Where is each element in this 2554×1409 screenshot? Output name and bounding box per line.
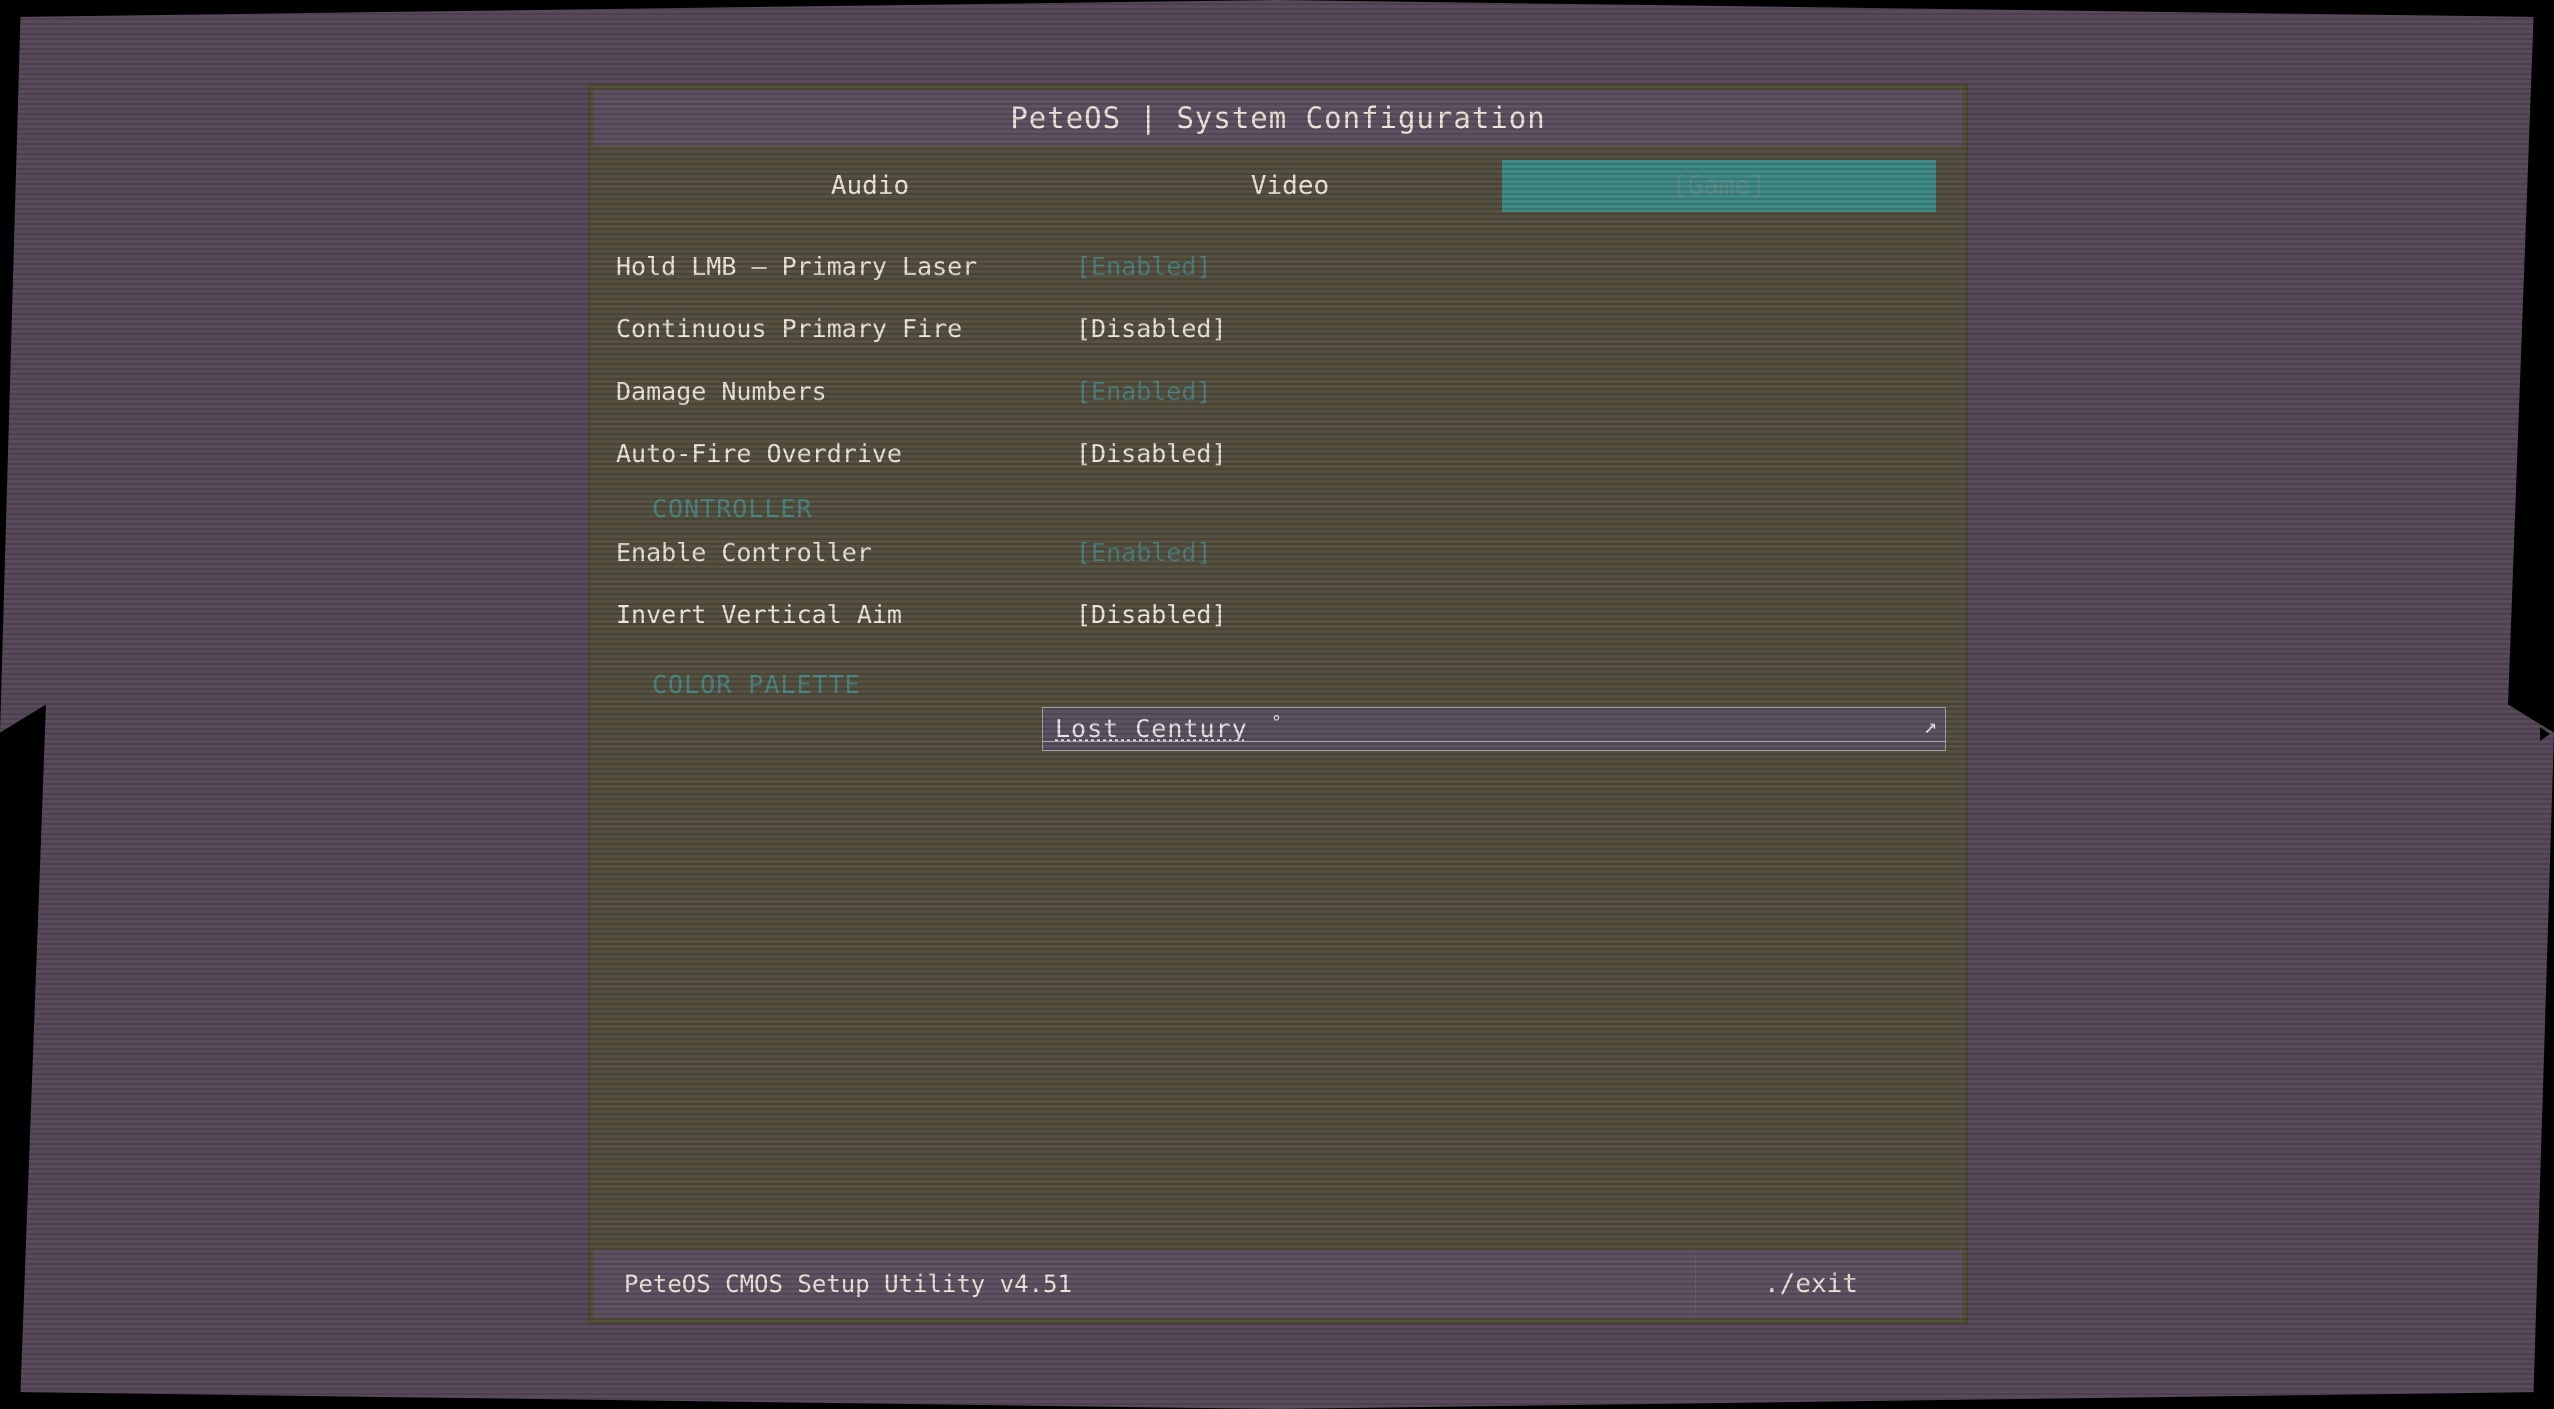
crt-screen: PeteOS | System Configuration Audio Vide… xyxy=(0,0,2554,1409)
palette-marker: ° xyxy=(1271,712,1282,733)
dropdown-arrow-icon[interactable]: ↗ xyxy=(1924,714,1937,739)
setting-label: Enable Controller xyxy=(616,538,872,567)
setting-label: Auto-Fire Overdrive xyxy=(616,439,902,468)
setting-hold-lmb[interactable]: Hold LMB – Primary Laser [Enabled] xyxy=(616,252,1946,292)
palette-selected-value: Lost Century xyxy=(1055,714,1248,743)
section-controller-heading: CONTROLLER xyxy=(652,494,813,523)
window-title: PeteOS | System Configuration xyxy=(594,90,1962,146)
exit-button[interactable]: ./exit xyxy=(1695,1254,1926,1314)
setting-enable-controller[interactable]: Enable Controller [Enabled] xyxy=(616,538,1946,578)
tab-video[interactable]: Video xyxy=(1150,160,1430,212)
section-color-palette-heading: COLOR PALETTE xyxy=(652,670,861,699)
setting-label: Hold LMB – Primary Laser xyxy=(616,252,978,281)
crt-notch-right xyxy=(2540,727,2550,741)
setting-continuous-fire[interactable]: Continuous Primary Fire [Disabled] xyxy=(616,314,1946,354)
footer-bar: PeteOS CMOS Setup Utility v4.51 ./exit xyxy=(594,1250,1962,1318)
setting-value[interactable]: [Disabled] xyxy=(1076,600,1227,629)
palette-divider xyxy=(1043,741,1945,742)
setting-damage-numbers[interactable]: Damage Numbers [Enabled] xyxy=(616,377,1946,417)
setup-panel: PeteOS | System Configuration Audio Vide… xyxy=(588,84,1968,1324)
crt-notch-left xyxy=(20,727,30,741)
setting-auto-fire[interactable]: Auto-Fire Overdrive [Disabled] xyxy=(616,439,1946,479)
tab-audio[interactable]: Audio xyxy=(730,160,1010,212)
setting-value[interactable]: [Disabled] xyxy=(1076,314,1227,343)
setting-label: Continuous Primary Fire xyxy=(616,314,963,343)
setting-value[interactable]: [Enabled] xyxy=(1076,252,1211,281)
version-text: PeteOS CMOS Setup Utility v4.51 xyxy=(624,1270,1072,1298)
setting-value[interactable]: [Enabled] xyxy=(1076,377,1211,406)
setting-label: Invert Vertical Aim xyxy=(616,600,902,629)
setting-invert-aim[interactable]: Invert Vertical Aim [Disabled] xyxy=(616,600,1946,640)
setting-value[interactable]: [Enabled] xyxy=(1076,538,1211,567)
setting-label: Damage Numbers xyxy=(616,377,827,406)
color-palette-select[interactable]: Lost Century ° ↗ xyxy=(1042,707,1946,751)
setting-value[interactable]: [Disabled] xyxy=(1076,439,1227,468)
tab-game[interactable]: [Game] xyxy=(1502,160,1936,212)
